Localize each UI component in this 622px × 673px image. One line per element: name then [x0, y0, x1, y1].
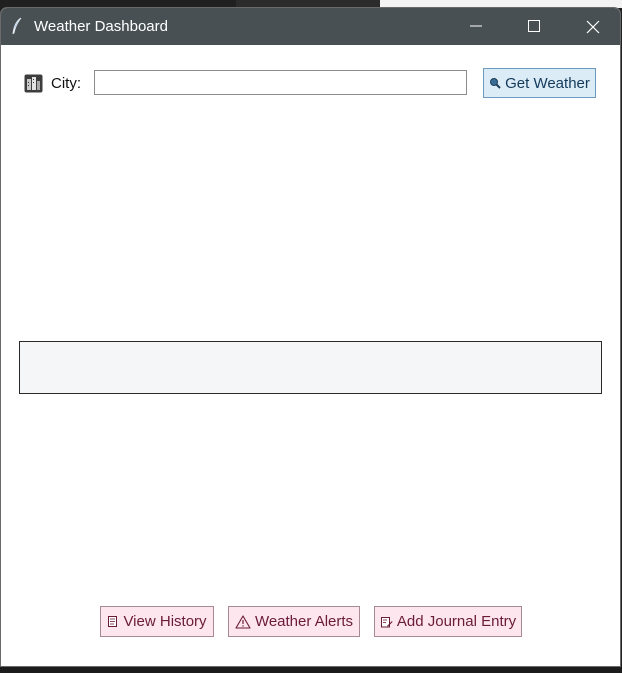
- city-input[interactable]: [94, 70, 467, 95]
- maximize-button[interactable]: [505, 8, 563, 45]
- weather-alerts-label: Weather Alerts: [254, 613, 354, 630]
- close-icon: [586, 20, 600, 34]
- window-title: Weather Dashboard: [34, 18, 168, 35]
- minimize-button[interactable]: [447, 8, 505, 45]
- magnifier-icon: [490, 78, 501, 89]
- title-bar[interactable]: Weather Dashboard: [1, 8, 620, 45]
- background-taskbar-edge: [0, 666, 622, 673]
- warning-icon: [235, 614, 251, 629]
- memo-icon: [380, 617, 393, 628]
- scroll-icon: [108, 616, 118, 627]
- view-history-button[interactable]: View History: [100, 606, 214, 637]
- weather-result-box: [19, 341, 602, 394]
- maximize-icon: [528, 20, 540, 32]
- add-journal-entry-label: Add Journal Entry: [396, 613, 517, 630]
- view-history-label: View History: [123, 613, 207, 630]
- city-label: City:: [51, 75, 81, 92]
- cityscape-icon: [24, 74, 43, 93]
- weather-alerts-button[interactable]: Weather Alerts: [228, 606, 360, 637]
- add-journal-entry-button[interactable]: Add Journal Entry: [374, 606, 522, 637]
- close-button[interactable]: [563, 8, 620, 45]
- minimize-icon: [470, 25, 482, 27]
- weather-dashboard-window: Weather Dashboard City: Get Weather View…: [0, 7, 621, 667]
- get-weather-label: Get Weather: [505, 74, 590, 92]
- get-weather-button[interactable]: Get Weather: [483, 68, 596, 98]
- feather-icon: [12, 17, 22, 35]
